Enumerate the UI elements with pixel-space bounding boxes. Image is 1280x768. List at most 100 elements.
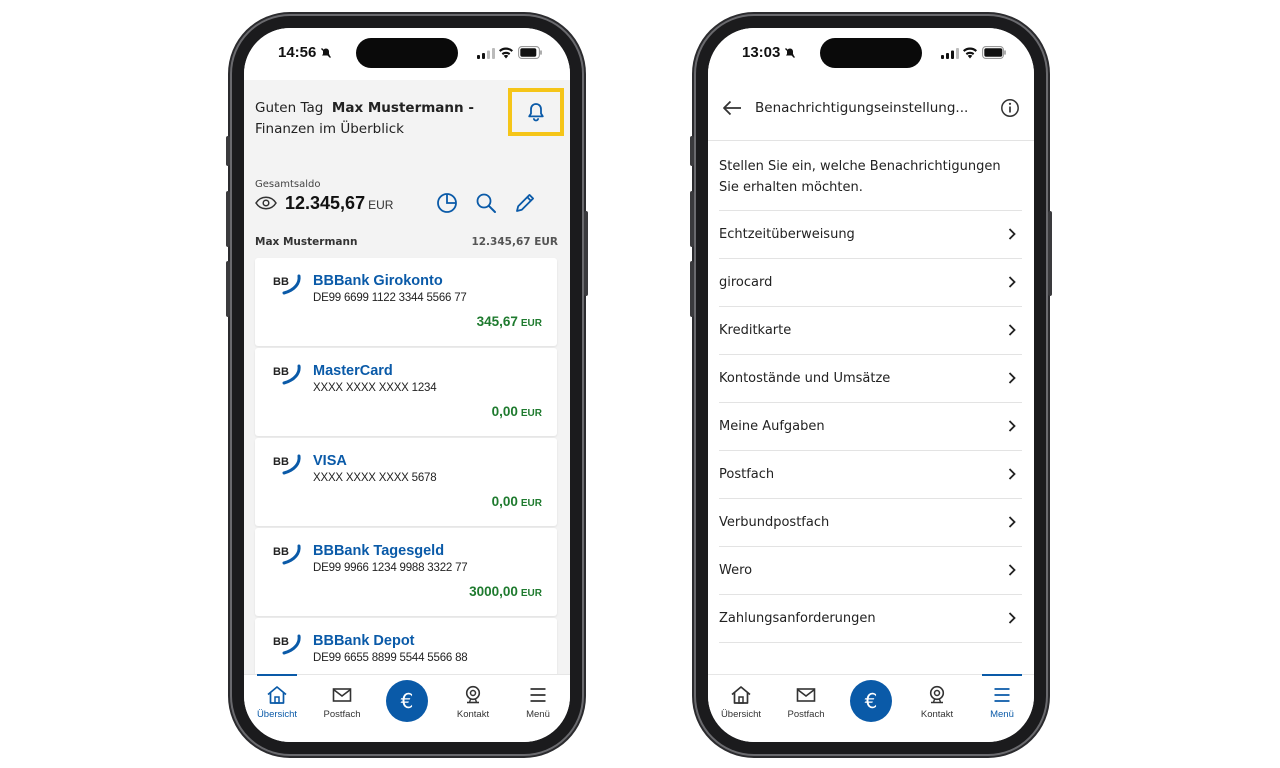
settings-item-echtzeitueberweisung[interactable]: Echtzeitüberweisung <box>719 210 1022 258</box>
euro-transfer-button[interactable]: € <box>850 680 892 722</box>
svg-text:BB: BB <box>273 636 289 648</box>
settings-item-kontostaende[interactable]: Kontostände und Umsätze <box>719 354 1022 402</box>
volume-down-button <box>226 261 230 317</box>
tab-overview[interactable]: Übersicht <box>711 675 771 735</box>
settings-item-girocard[interactable]: girocard <box>719 258 1022 306</box>
status-time: 13:03 <box>742 44 781 61</box>
chevron-right-icon <box>1008 468 1016 480</box>
tab-menu[interactable]: Menü <box>508 675 568 735</box>
menu-icon <box>994 688 1010 702</box>
volume-down-button <box>690 261 694 317</box>
tab-label: Postfach <box>323 709 361 720</box>
power-button <box>584 211 588 296</box>
account-balance: 3000,00 EUR <box>469 584 542 599</box>
settings-item-label: Zahlungsanforderungen <box>719 611 876 626</box>
chevron-right-icon <box>1008 564 1016 576</box>
svg-text:BB: BB <box>273 276 289 288</box>
account-balance-currency: EUR <box>520 318 542 329</box>
total-balance-amount: 12.345,67 EUR <box>285 193 393 214</box>
total-balance-label: Gesamtsaldo <box>255 179 321 190</box>
tab-label: Übersicht <box>720 709 762 720</box>
tab-kontakt[interactable]: Kontakt <box>443 675 503 735</box>
settings-item-label: Verbundpostfach <box>719 515 830 530</box>
volume-up-button <box>690 191 694 247</box>
owner-name: Max Mustermann <box>255 236 358 248</box>
bell-slash-icon <box>321 48 331 58</box>
account-balance-value: 3000,00 <box>469 584 518 599</box>
back-arrow-icon[interactable] <box>722 100 742 116</box>
status-bar: 14:56 <box>244 28 570 80</box>
settings-item-label: Postfach <box>719 467 775 482</box>
tab-menu[interactable]: Menü <box>972 674 1032 735</box>
tab-postfach[interactable]: Postfach <box>312 675 372 735</box>
dynamic-island <box>820 38 922 68</box>
settings-item-wero[interactable]: Wero <box>719 546 1022 594</box>
active-tab-indicator <box>257 674 297 676</box>
tab-label: Kontakt <box>920 709 954 720</box>
tab-kontakt[interactable]: Kontakt <box>907 675 967 735</box>
account-card-mastercard[interactable]: BB MasterCard XXXX XXXX XXXX 1234 0,00 EU… <box>255 348 557 436</box>
chevron-right-icon <box>1008 228 1016 240</box>
mail-icon <box>332 688 352 702</box>
account-balance-value: 0,00 <box>491 494 518 509</box>
settings-item-label: Wero <box>719 563 753 578</box>
chevron-right-icon <box>1008 420 1016 432</box>
eye-icon[interactable] <box>255 196 277 210</box>
settings-item-label: Meine Aufgaben <box>719 419 825 434</box>
euro-icon: € <box>400 689 414 713</box>
greeting: Guten Tag Max Mustermann - Finanzen im Ü… <box>255 98 495 140</box>
info-icon[interactable] <box>1000 98 1020 118</box>
account-name: BBBank Girokonto <box>313 273 443 289</box>
settings-item-label: Kreditkarte <box>719 323 792 338</box>
account-card-tagesgeld[interactable]: BB BBBank Tagesgeld DE99 9966 1234 9988 … <box>255 528 557 616</box>
screen-notification-settings: 13:03 Benachrichtigungseinstellung... St… <box>708 28 1034 742</box>
settings-item-label: Kontostände und Umsätze <box>719 371 891 386</box>
account-list: BB BBBank Girokonto DE99 6699 1122 3344 … <box>244 254 570 706</box>
tab-overview[interactable]: Übersicht <box>247 674 307 735</box>
settings-item-meine-aufgaben[interactable]: Meine Aufgaben <box>719 402 1022 450</box>
edit-pencil-icon[interactable] <box>514 192 536 214</box>
greeting-name: Max Mustermann - <box>331 100 474 116</box>
account-balance-currency: EUR <box>520 408 542 419</box>
total-balance-value: 12.345,67 <box>285 193 366 213</box>
account-balance-value: 0,00 <box>491 404 518 419</box>
bbbank-logo-icon: BB <box>273 634 301 655</box>
battery-icon <box>518 46 542 59</box>
greeting-prefix: Guten Tag <box>255 100 324 116</box>
account-balance: 345,67 EUR <box>477 314 542 329</box>
pie-chart-icon[interactable] <box>436 192 458 214</box>
account-card-girokonto[interactable]: BB BBBank Girokonto DE99 6699 1122 3344 … <box>255 258 557 346</box>
svg-text:BB: BB <box>273 546 289 558</box>
account-balance: 0,00 EUR <box>492 494 542 509</box>
account-balance-value: 345,67 <box>476 314 518 329</box>
tab-label: Kontakt <box>456 709 490 720</box>
tab-bar: Übersicht Postfach € Kontakt Menü <box>708 674 1034 742</box>
signal-icon <box>941 48 959 59</box>
bell-icon <box>528 103 544 122</box>
euro-transfer-button[interactable]: € <box>386 680 428 722</box>
svg-text:BB: BB <box>273 456 289 468</box>
total-balance-section: Gesamtsaldo 12.345,67 EUR Max Mustermann … <box>244 164 570 254</box>
chevron-right-icon <box>1008 324 1016 336</box>
bbbank-logo-icon: BB <box>273 544 301 565</box>
settings-item-zahlungsanforderungen[interactable]: Zahlungsanforderungen <box>719 594 1022 643</box>
status-time: 14:56 <box>278 44 317 61</box>
tab-postfach[interactable]: Postfach <box>776 675 836 735</box>
wifi-icon <box>499 47 513 59</box>
home-icon <box>267 686 287 704</box>
settings-item-kreditkarte[interactable]: Kreditkarte <box>719 306 1022 354</box>
notifications-button[interactable] <box>508 88 564 136</box>
signal-icon <box>477 48 495 59</box>
phone-right: 13:03 Benachrichtigungseinstellung... St… <box>690 16 1052 754</box>
mute-switch <box>226 136 230 166</box>
settings-item-postfach[interactable]: Postfach <box>719 450 1022 498</box>
search-icon[interactable] <box>475 192 497 214</box>
mail-icon <box>796 688 816 702</box>
battery-icon <box>982 46 1006 59</box>
intro-text: Stellen Sie ein, welche Benachrichtigung… <box>719 159 1001 195</box>
active-tab-indicator <box>982 674 1022 676</box>
account-card-visa[interactable]: BB VISA XXXX XXXX XXXX 5678 0,00 EUR <box>255 438 557 526</box>
account-balance: 0,00 EUR <box>492 404 542 419</box>
settings-item-verbundpostfach[interactable]: Verbundpostfach <box>719 498 1022 546</box>
mute-switch <box>690 136 694 166</box>
